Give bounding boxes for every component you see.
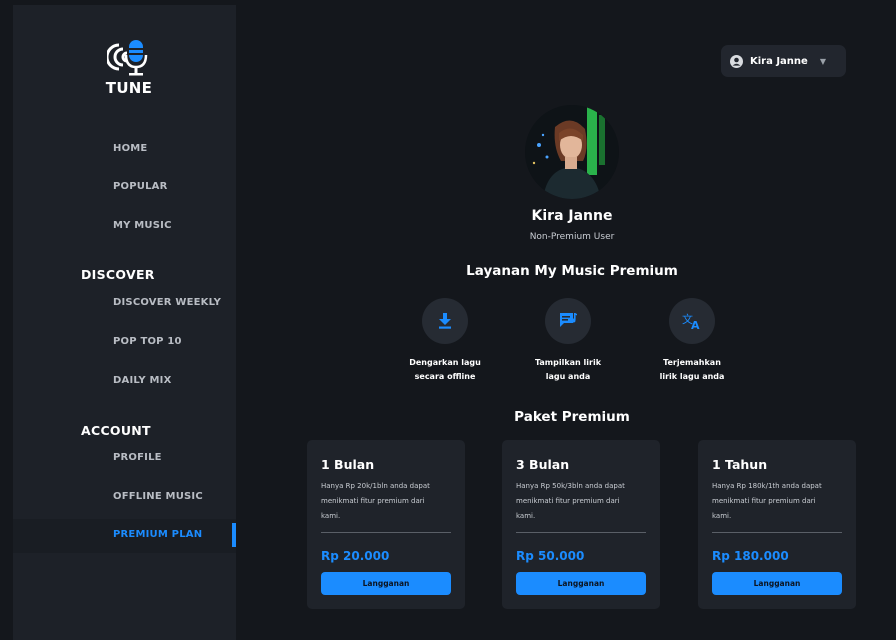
app-logo[interactable]: TUNE (99, 37, 159, 97)
translate-icon: 文 A (682, 312, 700, 330)
services-title: Layanan My Music Premium (466, 263, 678, 279)
chevron-down-icon: ▼ (819, 56, 826, 66)
subscribe-button[interactable]: Langganan (516, 572, 646, 595)
plan-title: 3 Bulan (516, 457, 570, 472)
feature-translate: 文 A Terjemahkan lirik lagu anda (637, 298, 747, 384)
feature-lyrics-line1: Tampilkan lirik (534, 358, 602, 367)
subscribe-button[interactable]: Langganan (321, 572, 451, 595)
sidebar: TUNE HOME POPULAR MY MUSIC DISCOVER DISC… (13, 5, 236, 640)
svg-text:A: A (691, 319, 700, 330)
plan-card-3-months: 3 Bulan Hanya Rp 50k/3bln anda dapat men… (502, 440, 660, 609)
plan-title: 1 Tahun (712, 457, 768, 472)
microphone-logo-icon (107, 40, 148, 76)
plan-price: Rp 20.000 (321, 549, 390, 563)
feature-lyrics-badge (545, 298, 591, 344)
subscribe-button[interactable]: Langganan (712, 572, 842, 595)
plan-card-1-year: 1 Tahun Hanya Rp 180k/1th anda dapat men… (698, 440, 856, 609)
download-icon (439, 313, 451, 329)
user-menu-button[interactable]: Kira Janne ▼ (721, 45, 846, 77)
user-circle-icon (730, 54, 743, 68)
feature-translate-line1: Terjemahkan (663, 358, 721, 367)
plan-price: Rp 180.000 (712, 549, 789, 563)
plan-divider (321, 532, 451, 533)
logo-text: TUNE (105, 79, 153, 97)
plan-description: Hanya Rp 180k/1th anda dapat menikmati f… (712, 482, 822, 520)
feature-offline-line1: Dengarkan lagu (409, 358, 481, 367)
profile-name: Kira Janne (531, 208, 613, 224)
avatar (525, 105, 619, 199)
feature-translate-line2: lirik lagu anda (659, 372, 725, 381)
sidebar-item-offline-music[interactable]: OFFLINE MUSIC (113, 491, 203, 502)
feature-offline-badge (422, 298, 468, 344)
user-name: Kira Janne (750, 55, 808, 67)
plan-divider (516, 532, 646, 533)
sidebar-item-profile[interactable]: PROFILE (113, 452, 162, 463)
sidebar-active-indicator (232, 523, 236, 547)
feature-offline: Dengarkan lagu secara offline (390, 298, 500, 384)
sidebar-item-popular[interactable]: POPULAR (113, 181, 168, 192)
sidebar-item-home[interactable]: HOME (113, 143, 147, 154)
feature-translate-badge: 文 A (669, 298, 715, 344)
sidebar-item-pop-top-10[interactable]: POP TOP 10 (113, 336, 182, 347)
feature-offline-line2: secara offline (414, 372, 476, 381)
plan-description: Hanya Rp 20k/1bln anda dapat menikmati f… (321, 482, 430, 520)
plans-title: Paket Premium (514, 409, 630, 425)
plan-title: 1 Bulan (321, 457, 375, 472)
app-window: TUNE HOME POPULAR MY MUSIC DISCOVER DISC… (13, 5, 880, 640)
sidebar-heading-discover: DISCOVER (81, 267, 155, 282)
feature-lyrics: Tampilkan lirik lagu anda (513, 298, 623, 384)
profile-status: Non-Premium User (529, 232, 615, 242)
sidebar-item-discover-weekly[interactable]: DISCOVER WEEKLY (113, 297, 221, 308)
plan-description: Hanya Rp 50k/3bln anda dapat menikmati f… (516, 482, 625, 520)
sidebar-item-my-music[interactable]: MY MUSIC (113, 220, 172, 231)
feature-lyrics-line2: lagu anda (545, 372, 591, 381)
sidebar-item-premium-plan[interactable]: PREMIUM PLAN (113, 529, 202, 540)
lyrics-icon (560, 313, 577, 327)
sidebar-heading-account: ACCOUNT (81, 423, 151, 438)
plan-divider (712, 532, 842, 533)
sidebar-item-daily-mix[interactable]: DAILY MIX (113, 375, 171, 386)
plan-card-1-month: 1 Bulan Hanya Rp 20k/1bln anda dapat men… (307, 440, 465, 609)
plan-price: Rp 50.000 (516, 549, 585, 563)
avatar-photo (525, 105, 619, 199)
